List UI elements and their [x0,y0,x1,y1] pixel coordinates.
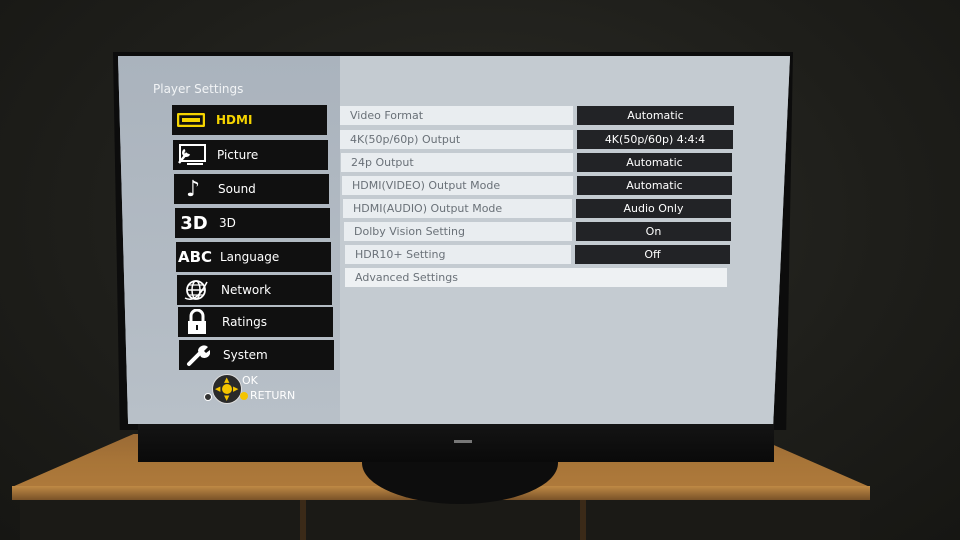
setting-row-dolby-vision[interactable]: Dolby Vision Setting On [344,222,731,241]
brand-logo: Panasonic [454,440,472,443]
setting-value[interactable]: Audio Only [576,199,731,218]
menu-item-hdmi[interactable]: HDMI [172,105,327,135]
remote-key-legend: ▲ ▼ ◀ ▶ OK RETURN [204,374,314,408]
setting-value[interactable]: 4K(50p/60p) 4:4:4 [577,130,733,149]
return-button-icon [240,392,248,400]
panel-title: Player Settings [153,82,244,96]
menu-label: Ratings [222,315,267,329]
menu-item-picture[interactable]: Picture [173,140,328,170]
table-leg [580,500,586,540]
setting-row-24p-output[interactable]: 24p Output Automatic [341,153,732,172]
setting-value[interactable]: Automatic [577,153,732,172]
settings-menu-panel: Player Settings HDMI Picture ♪ Sound 3D … [118,56,340,424]
menu-item-system[interactable]: System [179,340,334,370]
setting-row-4k-output[interactable]: 4K(50p/60p) Output 4K(50p/60p) 4:4:4 [340,130,733,149]
menu-label: Picture [217,148,259,162]
picture-icon [173,144,211,166]
setting-row-video-format[interactable]: Video Format Automatic [340,106,734,125]
menu-item-3d[interactable]: 3D 3D [175,208,330,238]
setting-value[interactable]: Off [575,245,730,264]
hdmi-icon [172,113,210,127]
menu-label: HDMI [216,113,253,127]
setting-label: HDMI(VIDEO) Output Mode [342,176,573,195]
setting-row-hdmi-audio-mode[interactable]: HDMI(AUDIO) Output Mode Audio Only [343,199,731,218]
menu-label: System [223,348,268,362]
tv-screen: Player Settings HDMI Picture ♪ Sound 3D … [118,56,790,424]
setting-label: HDMI(AUDIO) Output Mode [343,199,572,218]
dpad-icon: ▲ ▼ ◀ ▶ [212,374,242,404]
menu-item-language[interactable]: ABC Language [176,242,331,272]
globe-icon [177,278,215,302]
setting-row-hdmi-video-mode[interactable]: HDMI(VIDEO) Output Mode Automatic [342,176,732,195]
music-note-icon: ♪ [185,176,201,202]
setting-label: 4K(50p/60p) Output [340,130,573,149]
wrench-icon [179,343,217,367]
menu-item-network[interactable]: Network [177,275,332,305]
menu-label: Sound [218,182,256,196]
menu-item-ratings[interactable]: Ratings [178,307,333,337]
menu-item-sound[interactable]: ♪ Sound [174,174,329,204]
advanced-settings-button[interactable]: Advanced Settings [345,268,727,287]
setting-label: HDR10+ Setting [345,245,571,264]
3d-icon: 3D [180,212,208,234]
legend-ok-label: OK [242,374,258,387]
abc-icon: ABC [177,248,213,266]
setting-label: Dolby Vision Setting [344,222,572,241]
back-dot-icon [204,393,212,401]
table-shelf [20,500,860,540]
menu-label: Language [220,250,280,264]
setting-row-hdr10plus[interactable]: HDR10+ Setting Off [345,245,730,264]
setting-value[interactable]: Automatic [577,176,732,195]
tv-soundbar: Panasonic [138,424,774,462]
menu-label: 3D [219,216,236,230]
table-leg [300,500,306,540]
legend-return-label: RETURN [250,389,296,402]
setting-value[interactable]: On [576,222,731,241]
menu-label: Network [221,283,272,297]
setting-value[interactable]: Automatic [577,106,734,125]
setting-label: Video Format [340,106,573,125]
lock-icon [178,309,216,335]
setting-label: 24p Output [341,153,573,172]
